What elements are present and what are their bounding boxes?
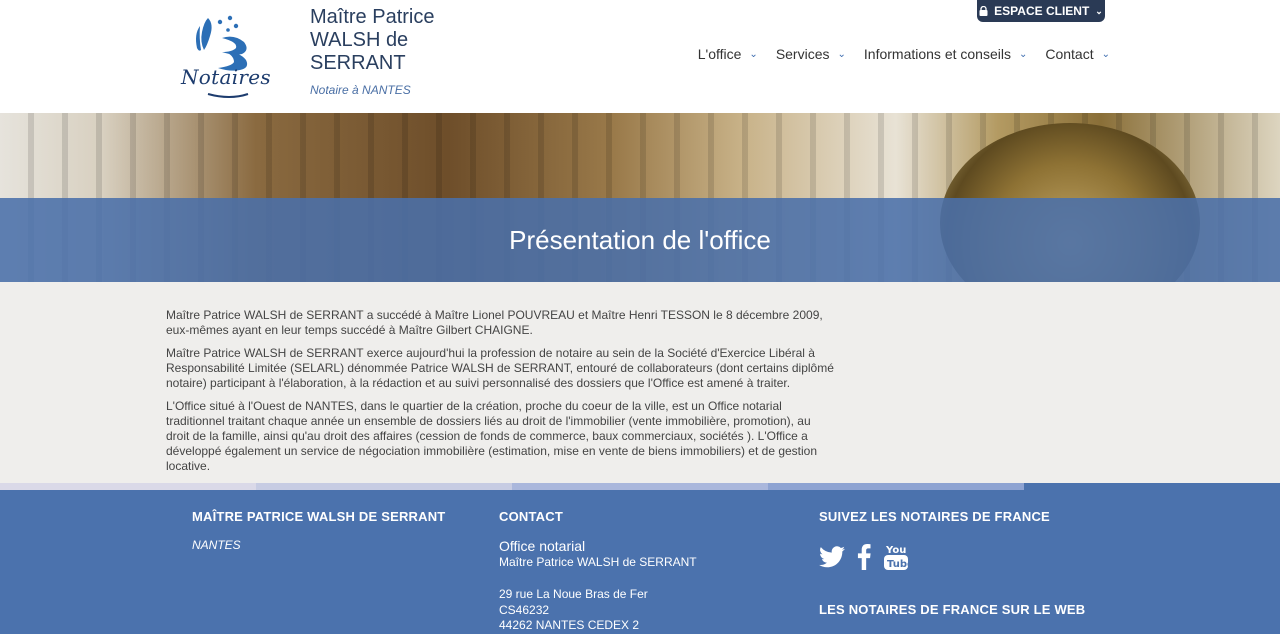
nav-item-label: L'office xyxy=(697,46,742,62)
svg-text:You: You xyxy=(885,545,906,556)
chevron-down-icon: ⌄ xyxy=(837,48,846,60)
nav-item-office[interactable]: L'office ⌄ xyxy=(698,46,758,62)
youtube-icon[interactable]: You Tube xyxy=(883,542,914,577)
page-title-band: Présentation de l'office xyxy=(0,198,1280,282)
nav-item-label: Services xyxy=(775,46,830,62)
hero-banner: Présentation de l'office xyxy=(0,113,1280,282)
presentation-text: Maître Patrice WALSH de SERRANT a succéd… xyxy=(166,308,836,482)
chevron-down-icon: ⌄ xyxy=(1101,48,1110,60)
strip-segment xyxy=(512,483,768,490)
footer-contact-title: CONTACT xyxy=(499,509,563,524)
paragraph: Maître Patrice WALSH de SERRANT a succéd… xyxy=(166,308,823,337)
site-header: Notaires Maître Patrice WALSH de SERRANT… xyxy=(0,0,1280,113)
nav-item-informations[interactable]: Informations et conseils ⌄ xyxy=(864,46,1027,62)
footer-color-strip xyxy=(0,483,1280,490)
strip-segment xyxy=(768,483,1024,490)
strip-segment xyxy=(1024,483,1280,490)
espace-client-label: ESPACE CLIENT xyxy=(994,4,1090,18)
chevron-down-icon: ⌄ xyxy=(749,48,758,60)
twitter-icon[interactable] xyxy=(819,546,845,573)
footer-web-title: LES NOTAIRES DE FRANCE SUR LE WEB xyxy=(819,602,1086,617)
nav-item-services[interactable]: Services ⌄ xyxy=(776,46,846,62)
main-content: Maître Patrice WALSH de SERRANT a succéd… xyxy=(0,282,1280,483)
address-line: CS46232 xyxy=(499,602,550,617)
espace-client-button[interactable]: ESPACE CLIENT ⌄ xyxy=(977,0,1105,22)
contact-address: 29 rue La Noue Bras de Fer CS46232 44262… xyxy=(499,587,648,634)
svg-text:Tube: Tube xyxy=(887,559,909,570)
strip-segment xyxy=(256,483,512,490)
social-links: You Tube xyxy=(819,542,914,577)
page-title: Présentation de l'office xyxy=(509,224,771,255)
chevron-down-icon: ⌄ xyxy=(1018,48,1028,60)
paragraph: Maître Patrice WALSH de SERRANT exerce a… xyxy=(166,346,834,390)
footer-office-title: MAÎTRE PATRICE WALSH DE SERRANT xyxy=(192,509,446,524)
footer-city: NANTES xyxy=(192,538,241,552)
main-nav: L'office ⌄ Services ⌄ Informations et co… xyxy=(698,46,1110,62)
facebook-icon[interactable] xyxy=(857,544,871,575)
address-line: 29 rue La Noue Bras de Fer xyxy=(499,587,648,601)
paragraph: L'Office situé à l'Ouest de NANTES, dans… xyxy=(166,399,818,473)
office-name[interactable]: Maître Patrice WALSH de SERRANT xyxy=(310,6,470,75)
logo-wordmark: Notaires xyxy=(181,65,271,89)
strip-segment xyxy=(0,483,256,490)
site-footer: MAÎTRE PATRICE WALSH DE SERRANT NANTES C… xyxy=(0,490,1280,634)
footer-social-title: SUIVEZ LES NOTAIRES DE FRANCE xyxy=(819,509,1050,524)
address-line: 44262 NANTES CEDEX 2 xyxy=(499,618,640,632)
nav-item-contact[interactable]: Contact ⌄ xyxy=(1045,46,1110,62)
chevron-down-icon: ⌄ xyxy=(1095,5,1103,16)
nav-item-label: Contact xyxy=(1045,46,1094,62)
contact-name: Maître Patrice WALSH de SERRANT xyxy=(499,555,697,569)
nav-item-label: Informations et conseils xyxy=(863,46,1011,62)
contact-type: Office notarial xyxy=(499,538,586,554)
lock-icon xyxy=(979,6,988,16)
office-subtitle: Notaire à NANTES xyxy=(310,83,411,97)
